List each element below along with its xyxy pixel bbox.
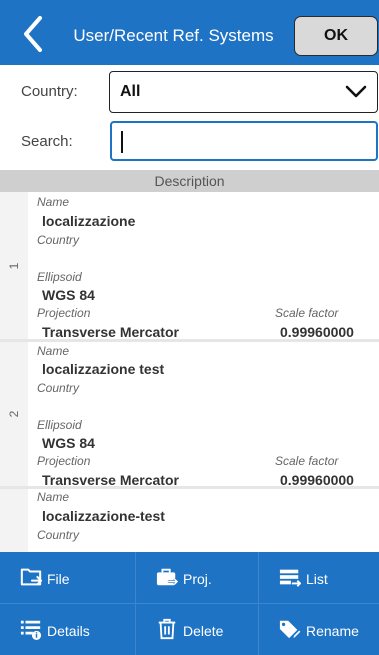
app-header: User/Recent Ref. Systems OK bbox=[0, 0, 379, 65]
country-select-value: All bbox=[120, 83, 141, 100]
list-button[interactable]: List bbox=[259, 552, 379, 602]
name-caption: Name bbox=[37, 195, 70, 209]
ellipsoid-caption: Ellipsoid bbox=[37, 418, 82, 432]
ellipsoid-value: WGS 84 bbox=[42, 287, 95, 303]
list-item[interactable]: 2 Name localizzazione test Country Ellip… bbox=[0, 342, 379, 489]
list-arrow-icon bbox=[279, 569, 301, 587]
search-label: Search: bbox=[21, 133, 73, 150]
details-info-icon bbox=[20, 620, 42, 640]
row-number[interactable]: 3 bbox=[0, 489, 28, 552]
proj-button-label: Proj. bbox=[183, 571, 212, 587]
tag-pencil-icon bbox=[279, 620, 301, 640]
description-column-header: Description bbox=[0, 170, 379, 192]
country-caption: Country bbox=[37, 233, 80, 247]
reference-system-list[interactable]: 1 Name localizzazione Country Ellipsoid … bbox=[0, 192, 379, 552]
rename-button-label: Rename bbox=[306, 623, 359, 639]
country-caption: Country bbox=[37, 381, 80, 395]
rename-button[interactable]: Rename bbox=[259, 604, 379, 654]
details-button[interactable]: Details bbox=[0, 604, 123, 654]
delete-button[interactable]: Delete bbox=[136, 604, 259, 654]
search-row: Search: bbox=[0, 119, 379, 171]
bottom-toolbar: File Proj. List Details Delete Rename bbox=[0, 552, 379, 655]
scale-factor-value: 0.99960000 bbox=[280, 324, 354, 340]
name-value: localizzazione-test bbox=[42, 508, 165, 524]
folder-arrow-icon bbox=[20, 568, 42, 586]
briefcase-arrow-icon bbox=[156, 568, 178, 586]
proj-button[interactable]: Proj. bbox=[136, 552, 259, 602]
file-button[interactable]: File bbox=[0, 552, 123, 602]
chevron-left-icon bbox=[24, 16, 42, 52]
name-value: localizzazione bbox=[42, 213, 136, 229]
scale-factor-caption: Scale factor bbox=[275, 454, 339, 468]
list-item[interactable]: 1 Name localizzazione Country Ellipsoid … bbox=[0, 192, 379, 342]
text-caret bbox=[121, 131, 123, 153]
projection-value: Transverse Mercator bbox=[42, 472, 179, 488]
search-input[interactable] bbox=[110, 121, 378, 161]
name-caption: Name bbox=[37, 344, 70, 358]
list-item[interactable]: 3 Name localizzazione-test Country bbox=[0, 489, 379, 552]
projection-value: Transverse Mercator bbox=[42, 324, 179, 340]
file-button-label: File bbox=[47, 571, 70, 587]
scale-factor-value: 0.99960000 bbox=[280, 472, 354, 488]
ok-button[interactable]: OK bbox=[294, 16, 378, 56]
scale-factor-caption: Scale factor bbox=[275, 306, 339, 320]
country-select[interactable]: All bbox=[109, 71, 378, 113]
delete-button-label: Delete bbox=[183, 623, 224, 639]
details-button-label: Details bbox=[47, 623, 90, 639]
country-filter-row: Country: All bbox=[0, 69, 379, 121]
ellipsoid-caption: Ellipsoid bbox=[37, 270, 82, 284]
row-number[interactable]: 2 bbox=[0, 342, 28, 486]
projection-caption: Projection bbox=[37, 306, 91, 320]
country-label: Country: bbox=[21, 83, 78, 100]
chevron-down-icon bbox=[345, 85, 367, 98]
name-caption: Name bbox=[37, 490, 70, 504]
ellipsoid-value: WGS 84 bbox=[42, 435, 95, 451]
trash-icon bbox=[158, 618, 176, 640]
list-button-label: List bbox=[306, 571, 328, 587]
row-number[interactable]: 1 bbox=[0, 192, 28, 339]
country-caption: Country bbox=[37, 528, 80, 542]
projection-caption: Projection bbox=[37, 454, 91, 468]
back-button[interactable] bbox=[14, 14, 54, 54]
page-title: User/Recent Ref. Systems bbox=[73, 26, 274, 45]
name-value: localizzazione test bbox=[42, 361, 165, 377]
